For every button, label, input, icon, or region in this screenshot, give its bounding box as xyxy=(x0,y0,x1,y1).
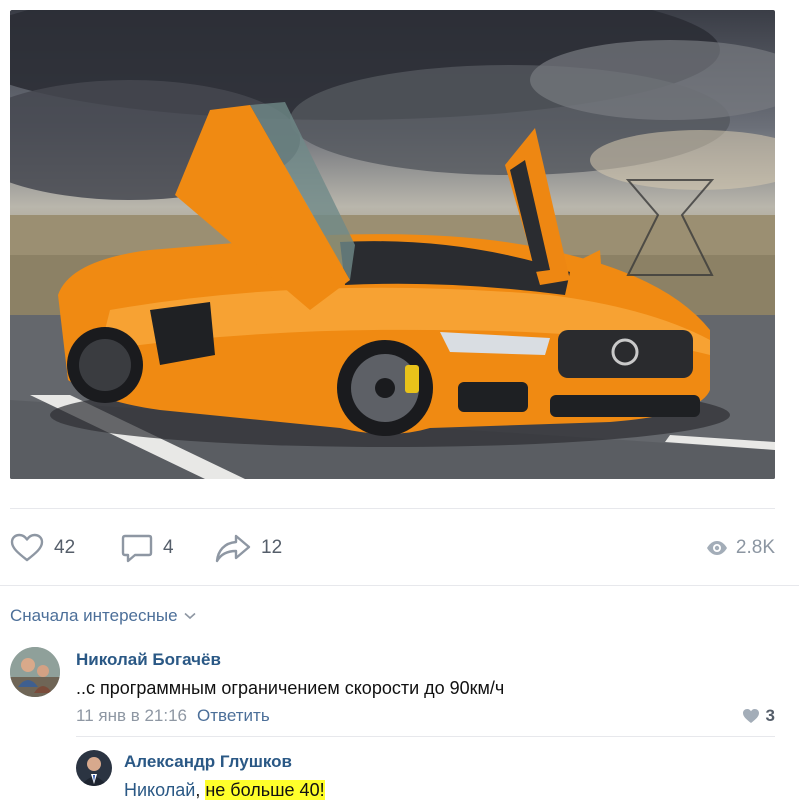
heart-icon xyxy=(10,533,44,562)
share-icon xyxy=(215,534,251,563)
reply-body: не больше 40! xyxy=(205,780,325,800)
comment-like-button[interactable]: 3 xyxy=(742,706,775,726)
reply-button[interactable]: Ответить xyxy=(197,706,270,725)
eye-icon xyxy=(706,541,727,555)
reply-separator: , xyxy=(195,780,206,800)
comment-count: 4 xyxy=(163,537,174,558)
sort-label: Сначала интересные xyxy=(10,606,178,625)
comment-like-count: 3 xyxy=(765,706,775,725)
divider xyxy=(76,736,775,737)
divider xyxy=(0,585,799,586)
view-count: 2.8K xyxy=(735,537,775,558)
post-actions: 42 4 12 2.8K xyxy=(10,528,775,568)
comment-button[interactable]: 4 xyxy=(121,528,174,568)
comment-meta: 11 янв в 21:16 Ответить xyxy=(76,706,270,726)
comment-time[interactable]: 11 янв в 21:16 xyxy=(76,706,187,725)
comment-text: ..с программным ограничением скорости до… xyxy=(76,678,505,698)
like-button[interactable]: 42 xyxy=(10,528,75,568)
reply-mention[interactable]: Николай xyxy=(124,780,195,800)
divider xyxy=(10,508,775,509)
reply-text: Николай, не больше 40! xyxy=(124,780,325,801)
share-button[interactable]: 12 xyxy=(215,528,282,568)
reply-author[interactable]: Александр Глушков xyxy=(124,752,292,772)
like-count: 42 xyxy=(54,537,76,558)
comments-sort-dropdown[interactable]: Сначала интересные xyxy=(10,606,196,626)
chevron-down-icon xyxy=(184,612,196,620)
avatar-photo xyxy=(76,750,112,786)
share-count: 12 xyxy=(261,537,283,558)
views-counter: 2.8K xyxy=(706,528,775,568)
avatar[interactable] xyxy=(76,750,112,786)
comment-icon xyxy=(121,534,153,563)
post-photo xyxy=(10,10,775,479)
avatar[interactable] xyxy=(10,647,60,697)
heart-icon xyxy=(742,709,759,723)
comment-author[interactable]: Николай Богачёв xyxy=(76,650,221,670)
avatar-photo xyxy=(10,647,60,697)
post-image[interactable] xyxy=(10,10,775,479)
